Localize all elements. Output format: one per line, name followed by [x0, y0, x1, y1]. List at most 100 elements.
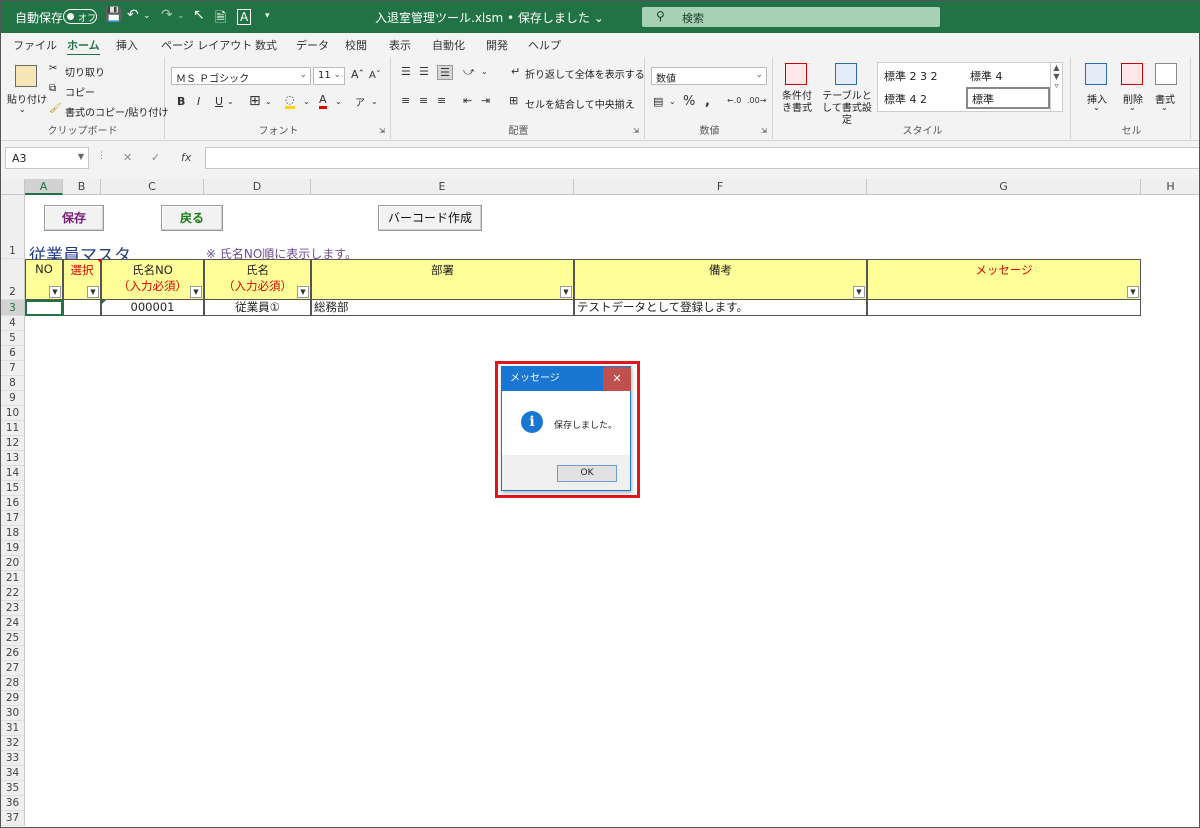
filter-dropdown-icon[interactable]: ▼: [1127, 286, 1139, 298]
tab-view[interactable]: 表示: [389, 37, 411, 53]
tab-insert[interactable]: 挿入: [116, 37, 138, 53]
row-header[interactable]: 23: [1, 601, 25, 616]
customize-qat-icon[interactable]: ▾: [265, 11, 270, 21]
row-header[interactable]: 14: [1, 466, 25, 481]
font-dialog-launcher-icon[interactable]: ⇲: [379, 127, 385, 135]
undo-icon[interactable]: ↶: [127, 7, 139, 23]
row-header[interactable]: 12: [1, 436, 25, 451]
column-header-b[interactable]: B: [63, 179, 101, 195]
redo-dropdown-icon[interactable]: ⌄: [177, 11, 185, 21]
redo-icon[interactable]: ↷: [161, 7, 173, 23]
insert-dropdown-icon[interactable]: ⌄: [1093, 103, 1100, 112]
select-all-corner[interactable]: [1, 179, 25, 195]
copy-button[interactable]: コピー: [65, 84, 95, 99]
style-item[interactable]: 標準 2 3 2: [884, 68, 938, 84]
tab-file[interactable]: ファイル: [13, 37, 57, 53]
number-format-dropdown[interactable]: 数値 ⌄: [651, 67, 767, 85]
insert-cells-icon[interactable]: [1085, 63, 1107, 85]
row-header[interactable]: 16: [1, 496, 25, 511]
column-header-f[interactable]: F: [574, 179, 867, 195]
format-painter-icon[interactable]: 🖌: [49, 103, 62, 114]
autosave-toggle[interactable]: オフ: [63, 9, 97, 24]
format-cells-icon[interactable]: [1155, 63, 1177, 85]
column-header-d[interactable]: D: [204, 179, 311, 195]
row-header[interactable]: 3: [1, 300, 25, 316]
tab-help[interactable]: ヘルプ: [528, 37, 561, 53]
wrap-text-button[interactable]: 折り返して全体を表示する: [525, 66, 645, 81]
merge-center-button[interactable]: セルを結合して中央揃え: [525, 96, 635, 111]
cell-c3[interactable]: 000001: [101, 300, 204, 316]
row-header[interactable]: 13: [1, 451, 25, 466]
print-preview-icon[interactable]: 🗎: [215, 7, 226, 31]
row-header[interactable]: 19: [1, 541, 25, 556]
align-center-icon[interactable]: ≡: [419, 94, 428, 107]
barcode-button[interactable]: バーコード作成: [378, 205, 482, 231]
delete-dropdown-icon[interactable]: ⌄: [1129, 103, 1136, 112]
close-icon[interactable]: ✕: [603, 367, 631, 391]
row-header[interactable]: 36: [1, 796, 25, 811]
row-header[interactable]: 20: [1, 556, 25, 571]
column-header-a[interactable]: A: [25, 179, 63, 195]
filter-dropdown-icon[interactable]: ▼: [853, 286, 865, 298]
search-box[interactable]: ⚲ 検索: [642, 7, 940, 27]
paste-icon[interactable]: [15, 65, 37, 87]
percent-icon[interactable]: %: [683, 94, 695, 109]
filter-dropdown-icon[interactable]: ▼: [87, 286, 99, 298]
comma-style-icon[interactable]: ,: [705, 94, 710, 109]
row-header[interactable]: 18: [1, 526, 25, 541]
undo-dropdown-icon[interactable]: ⌄: [143, 11, 151, 21]
paste-dropdown-icon[interactable]: ⌄: [19, 105, 26, 114]
cut-icon[interactable]: ✂: [49, 63, 57, 74]
cut-button[interactable]: 切り取り: [65, 64, 105, 79]
row-header[interactable]: 28: [1, 676, 25, 691]
insert-function-icon[interactable]: fx: [181, 151, 191, 164]
cell-e3[interactable]: 総務部: [311, 300, 574, 316]
row-header[interactable]: 8: [1, 376, 25, 391]
window-title[interactable]: 入退室管理ツール.xlsm • 保存しました ⌄: [375, 9, 604, 26]
row-header[interactable]: 1: [1, 195, 25, 259]
underline-dropdown-icon[interactable]: ⌄: [227, 97, 234, 106]
accounting-format-icon[interactable]: ▤: [653, 95, 663, 108]
save-button[interactable]: 保存: [44, 205, 104, 231]
filter-dropdown-icon[interactable]: ▼: [297, 286, 309, 298]
tab-page-layout[interactable]: ページ レイアウト: [161, 37, 252, 53]
orientation-icon[interactable]: ⤻: [463, 65, 475, 79]
style-item-selected[interactable]: 標準: [966, 87, 1050, 109]
font-name-dropdown[interactable]: ＭＳ Ｐゴシック ⌄: [171, 67, 311, 85]
cell-a3[interactable]: [25, 300, 63, 316]
format-as-table-icon[interactable]: [835, 63, 857, 85]
row-header[interactable]: 34: [1, 766, 25, 781]
cell-g3[interactable]: [867, 300, 1141, 316]
row-header[interactable]: 31: [1, 721, 25, 736]
tab-data[interactable]: データ: [296, 37, 329, 53]
row-header[interactable]: 2: [1, 259, 25, 300]
shrink-font-icon[interactable]: Aˇ: [369, 70, 381, 81]
formula-input[interactable]: [205, 147, 1199, 169]
italic-icon[interactable]: I: [197, 95, 200, 108]
cell-f3[interactable]: テストデータとして登録します。: [574, 300, 867, 316]
row-header[interactable]: 32: [1, 736, 25, 751]
row-header[interactable]: 21: [1, 571, 25, 586]
border-icon[interactable]: ⊞: [249, 93, 261, 109]
conditional-format-icon[interactable]: [785, 63, 807, 85]
column-header-g[interactable]: G: [867, 179, 1141, 195]
row-header[interactable]: 10: [1, 406, 25, 421]
cancel-icon[interactable]: ✕: [123, 151, 132, 164]
row-header[interactable]: 30: [1, 706, 25, 721]
row-header[interactable]: 33: [1, 751, 25, 766]
increase-decimal-icon[interactable]: ←.0: [727, 96, 741, 105]
row-header[interactable]: 24: [1, 616, 25, 631]
format-painter-button[interactable]: 書式のコピー/貼り付け: [65, 104, 168, 119]
decrease-decimal-icon[interactable]: .00→: [747, 96, 766, 105]
row-header[interactable]: 26: [1, 646, 25, 661]
column-header-e[interactable]: E: [311, 179, 574, 195]
filter-dropdown-icon[interactable]: ▼: [560, 286, 572, 298]
orientation-dropdown-icon[interactable]: ⌄: [481, 67, 488, 76]
fill-dropdown-icon[interactable]: ⌄: [303, 97, 310, 106]
text-box-icon[interactable]: A: [237, 9, 252, 25]
format-dropdown-icon[interactable]: ⌄: [1161, 103, 1168, 112]
pointer-icon[interactable]: ↖: [193, 7, 205, 23]
tab-home[interactable]: ホーム: [67, 37, 100, 56]
number-dialog-launcher-icon[interactable]: ⇲: [761, 127, 767, 135]
cell-b3[interactable]: [63, 300, 101, 316]
